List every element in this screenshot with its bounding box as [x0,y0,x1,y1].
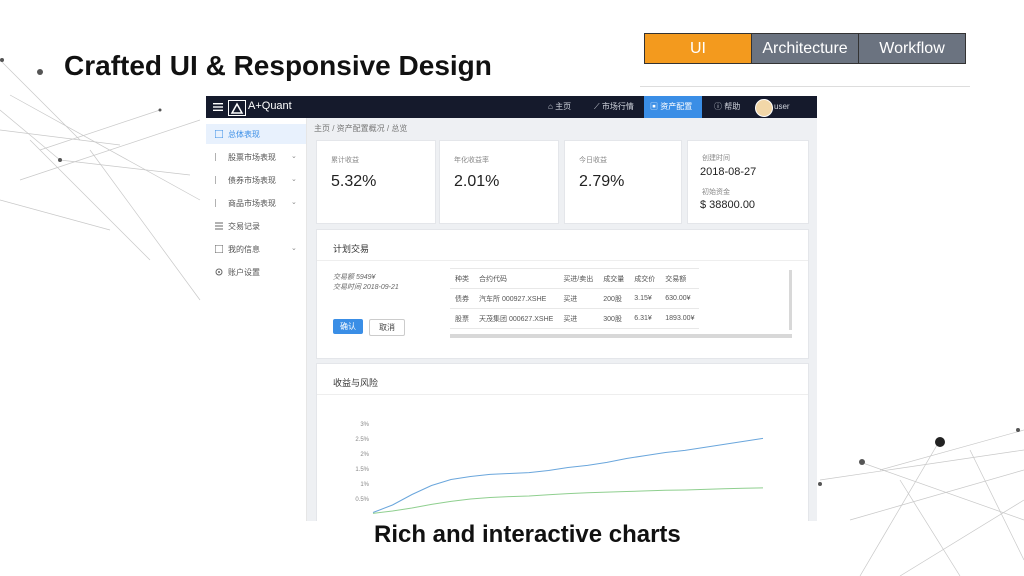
slide-tab-bar: UI Architecture Workflow [644,33,966,64]
y-tick-label: 3% [360,422,369,428]
series-line-1[interactable] [372,487,764,514]
username[interactable]: user [774,102,790,111]
return-risk-panel: 收益与风险 3% 2.5% 2% 1.5% 1% 0.5% [316,363,809,521]
y-tick-label: 2% [360,452,369,458]
horizontal-scrollbar[interactable] [450,334,792,338]
sidebar-item-overview[interactable]: 总体表现 [206,124,306,144]
app-header: A+Quant ⌂ 主页 ⟋ 市场行情 ▣ 资产配置 ⓘ 帮助 user [206,96,817,118]
nav-help[interactable]: ⓘ 帮助 [710,96,750,118]
sidebar-item-stock[interactable]: 股票市场表现 ⌄ [206,147,306,167]
gear-icon [215,268,223,276]
table-row[interactable]: 债券 汽车所 000927.XSHE 买进 200股 3.15¥ 630.00¥ [450,288,700,309]
panel-title: 收益与风险 [333,378,379,388]
chevron-down-icon: ⌄ [291,176,297,183]
confirm-button[interactable]: 确认 [333,319,363,334]
sidebar-item-settings[interactable]: 账户设置 [206,262,306,282]
trade-date: 交易时间 2018-09-21 [333,284,399,291]
y-tick-label: 1.5% [355,467,369,473]
vertical-scrollbar[interactable] [789,270,792,330]
nav-home[interactable]: ⌂ 主页 [544,96,584,118]
y-tick-label: 1% [360,482,369,488]
planned-trades-panel: 计划交易 交易额 5949¥ 交易时间 2018-09-21 确认 取消 种类 … [316,229,809,359]
panel-title: 计划交易 [333,244,370,254]
user-card-icon [215,245,223,253]
sidebar-item-commodity[interactable]: 商品市场表现 ⌄ [206,193,306,213]
chart-icon [215,199,216,207]
y-tick-label: 0.5% [355,497,369,503]
slide-title: Crafted UI & Responsive Design [64,50,492,81]
stat-card-today: 今日收益 2.79% [564,140,682,224]
list-icon [215,222,223,230]
stat-card-account: 创建时间 2018-08-27 初始资金 $ 38800.00 [687,140,809,224]
briefcase-icon: ▣ [650,102,658,111]
app-window: A+Quant ⌂ 主页 ⟋ 市场行情 ▣ 资产配置 ⓘ 帮助 user 总体表… [206,96,817,521]
header-divider [640,86,970,87]
breadcrumb: 主页 / 资产配置概况 / 总览 [314,124,408,133]
nav-asset-allocation[interactable]: ▣ 资产配置 [644,96,702,118]
tab-workflow[interactable]: Workflow [858,33,966,64]
cancel-button[interactable]: 取消 [369,319,405,336]
chart-icon [215,176,216,184]
chevron-down-icon: ⌄ [291,199,297,206]
tab-architecture[interactable]: Architecture [751,33,859,64]
chevron-down-icon: ⌄ [291,245,297,252]
avatar[interactable] [755,99,773,117]
slide-caption: Rich and interactive charts [374,521,681,548]
line-chart-icon: ⟋ [594,102,600,111]
series-line-0[interactable] [372,437,764,513]
app-brand: A+Quant [248,100,292,112]
dashboard-icon [215,130,223,138]
trades-table: 种类 合约代码 买进/卖出 成交量 成交价 交易额 债券 汽车所 000927.… [450,268,700,329]
stat-card-annualized: 年化收益率 2.01% [439,140,559,224]
sidebar-item-my-info[interactable]: 我的信息 ⌄ [206,239,306,259]
chevron-down-icon: ⌄ [291,153,297,160]
table-row[interactable]: 股票 天茂集团 000627.XSHE 买进 300股 6.31¥ 1893.0… [450,308,700,329]
table-header-row: 种类 合约代码 买进/卖出 成交量 成交价 交易额 [450,268,700,289]
chart-icon [215,153,216,161]
return-risk-chart[interactable]: 3% 2.5% 2% 1.5% 1% 0.5% [317,404,808,521]
trade-amount: 交易额 5949¥ [333,274,376,281]
tab-ui[interactable]: UI [644,33,752,64]
sidebar: 总体表现 股票市场表现 ⌄ 债券市场表现 ⌄ 商品市场表现 ⌄ 交易记录 我的信… [206,118,307,521]
y-tick-label: 2.5% [355,437,369,443]
sidebar-item-trades[interactable]: 交易记录 [206,216,306,236]
help-icon: ⓘ [714,102,722,111]
sidebar-item-bond[interactable]: 债券市场表现 ⌄ [206,170,306,190]
stat-card-cumulative: 累计收益 5.32% [316,140,436,224]
logo-icon [228,100,246,116]
home-icon: ⌂ [548,102,553,111]
menu-icon[interactable] [212,101,224,113]
nav-market[interactable]: ⟋ 市场行情 [590,96,644,118]
